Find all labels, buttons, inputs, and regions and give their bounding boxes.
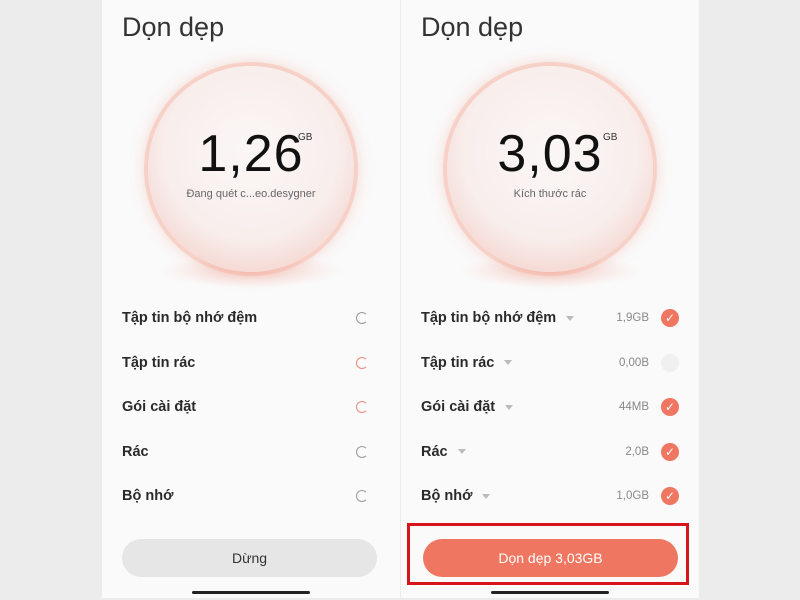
spinner-icon [356, 490, 368, 503]
junk-size-gauge: 1,26 GB Đang quét c...eo.desygner [148, 66, 354, 288]
category-list: Tập tin bộ nhớ đệm 1,9GB ✓ Tập tin rác 0… [421, 296, 681, 519]
list-item[interactable]: Bộ nhớ 1,0GB ✓ [421, 474, 681, 519]
spinner-icon [356, 445, 368, 458]
junk-size-value: 3,03 [497, 125, 603, 183]
category-label: Rác [421, 443, 448, 460]
list-item: Tập tin bộ nhớ đệm [122, 296, 382, 341]
spinner-icon [356, 312, 368, 325]
list-item: Gói cài đặt [122, 385, 382, 430]
junk-size-gauge: 3,03 GB Kích thước rác [447, 66, 653, 288]
category-label: Bộ nhớ [122, 488, 174, 505]
category-label: Tập tin bộ nhớ đệm [421, 310, 557, 327]
chevron-down-icon[interactable] [505, 404, 514, 410]
list-item[interactable]: Tập tin bộ nhớ đệm 1,9GB ✓ [421, 296, 681, 341]
checkbox-checked-icon[interactable]: ✓ [661, 487, 679, 506]
list-item[interactable]: Rác 2,0B ✓ [421, 430, 681, 475]
junk-size-unit: GB [603, 132, 618, 143]
category-list: Tập tin bộ nhớ đệm Tập tin rác Gói cài đ… [122, 296, 382, 519]
list-item: Rác [122, 430, 382, 475]
category-size: 1,0GB [616, 490, 649, 503]
results-screen: Dọn dẹp 3,03 GB Kích thước rác Tập tin b… [401, 0, 699, 598]
page-title: Dọn dẹp [421, 12, 524, 42]
chevron-down-icon[interactable] [566, 315, 575, 321]
list-item: Tập tin rác [122, 341, 382, 386]
list-item[interactable]: Tập tin rác 0,00B [421, 341, 681, 386]
scan-status: Đang quét c...eo.desygner [186, 188, 316, 200]
home-indicator[interactable] [192, 591, 310, 594]
category-label: Tập tin bộ nhớ đệm [122, 310, 258, 327]
junk-size-value: 1,26 [198, 125, 304, 183]
chevron-down-icon[interactable] [504, 360, 513, 366]
junk-size-unit: GB [298, 132, 313, 143]
checkbox-unchecked-icon[interactable] [661, 353, 679, 372]
home-indicator[interactable] [491, 591, 609, 594]
list-item[interactable]: Gói cài đặt 44MB ✓ [421, 385, 681, 430]
list-item: Bộ nhớ [122, 474, 382, 519]
checkbox-checked-icon[interactable]: ✓ [661, 309, 679, 328]
category-label: Gói cài đặt [421, 399, 496, 416]
category-size: 44MB [618, 401, 649, 414]
category-size: 2,0B [625, 445, 649, 458]
category-label: Tập tin rác [421, 354, 495, 371]
chevron-down-icon[interactable] [482, 493, 491, 499]
highlight-box [407, 523, 689, 585]
junk-size-caption: Kích thước rác [513, 188, 587, 200]
category-label: Rác [122, 443, 149, 460]
scanning-screen: Dọn dẹp 1,26 GB Đang quét c...eo.desygne… [102, 0, 400, 598]
stop-button[interactable]: Dừng [122, 539, 377, 577]
spinner-icon [356, 356, 368, 369]
page-title: Dọn dẹp [122, 12, 225, 42]
checkbox-checked-icon[interactable]: ✓ [661, 398, 679, 417]
category-label: Bộ nhớ [421, 488, 473, 505]
spinner-icon [356, 401, 368, 414]
category-label: Tập tin rác [122, 354, 196, 371]
category-size: 0,00B [618, 356, 649, 369]
category-label: Gói cài đặt [122, 399, 197, 416]
checkbox-checked-icon[interactable]: ✓ [661, 442, 679, 461]
chevron-down-icon[interactable] [457, 449, 466, 455]
category-size: 1,9GB [616, 312, 649, 325]
